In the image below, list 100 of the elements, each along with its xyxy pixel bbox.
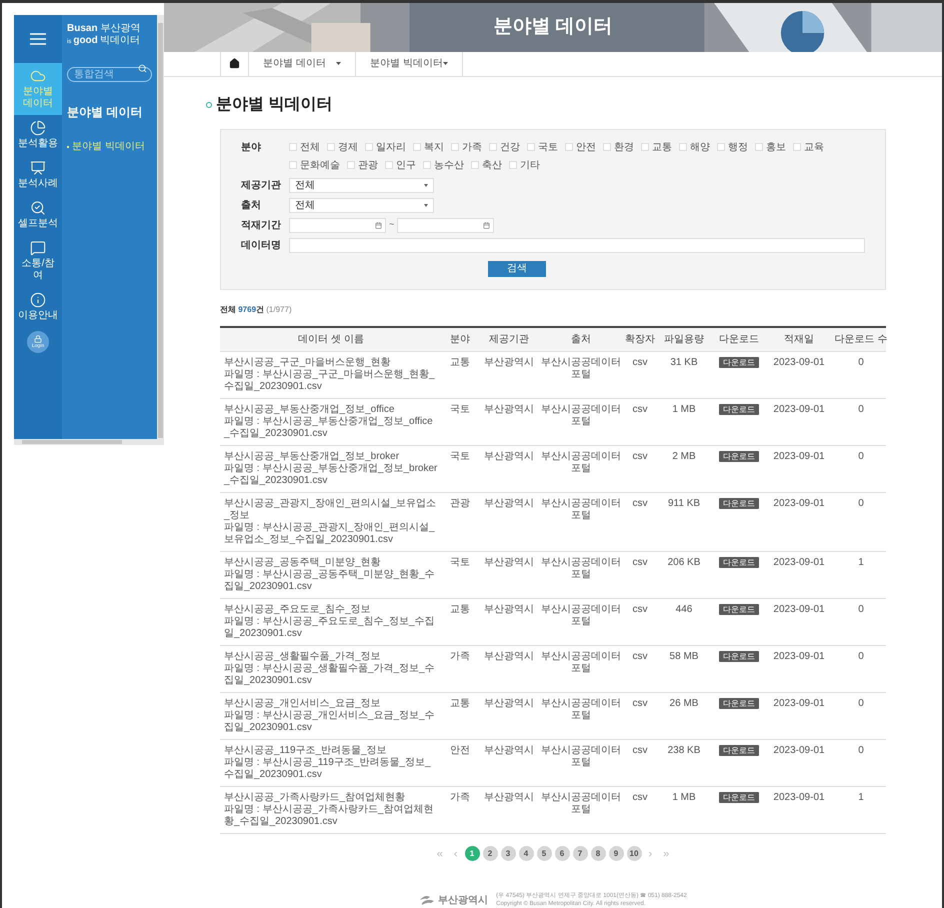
search-button[interactable]: 검색 bbox=[488, 260, 546, 276]
caret-icon bbox=[336, 62, 341, 66]
menu-icon[interactable] bbox=[30, 33, 46, 45]
checkbox[interactable] bbox=[289, 143, 297, 151]
chat-icon bbox=[30, 240, 46, 256]
dataset-title[interactable]: 부산시공공_주요도로_침수_정보 bbox=[224, 604, 438, 616]
page-number[interactable]: 6 bbox=[554, 846, 570, 862]
date-field[interactable] bbox=[397, 218, 494, 232]
checkbox[interactable] bbox=[365, 143, 373, 151]
breadcrumb-dropdown[interactable]: 분야별 빅데이터 bbox=[356, 52, 463, 76]
calendar-icon[interactable] bbox=[375, 222, 382, 228]
download-button[interactable]: 다운로드 bbox=[719, 556, 759, 568]
checkbox[interactable] bbox=[755, 143, 763, 151]
vertical-scrollbar[interactable] bbox=[157, 15, 164, 439]
page-number[interactable]: 2 bbox=[482, 846, 498, 862]
home-icon[interactable] bbox=[229, 58, 240, 70]
download-button[interactable]: 다운로드 bbox=[719, 792, 759, 802]
page-number[interactable]: 10 bbox=[626, 846, 642, 862]
calendar-icon[interactable] bbox=[483, 222, 490, 228]
breadcrumb-dropdown[interactable]: 분야별 데이터 bbox=[249, 52, 356, 76]
download-button[interactable]: 다운로드 bbox=[719, 650, 759, 662]
horizontal-scrollbar[interactable] bbox=[14, 439, 164, 445]
dataset-title[interactable]: 부산시공공_공동주택_미분양_현황 bbox=[224, 556, 438, 568]
download-button[interactable]: 다운로드 bbox=[719, 356, 759, 368]
checkbox-label: 축산 bbox=[482, 158, 502, 172]
page-number[interactable]: 8 bbox=[590, 846, 606, 862]
table-cell-text: 2023-09-01 bbox=[772, 604, 826, 616]
pie-chart-icon bbox=[30, 120, 46, 136]
search-field[interactable]: 통합검색 bbox=[67, 67, 152, 82]
checkbox[interactable] bbox=[641, 143, 649, 151]
caret-icon bbox=[424, 184, 428, 186]
checkbox[interactable] bbox=[347, 161, 355, 169]
checkbox[interactable] bbox=[385, 161, 393, 169]
nav-item[interactable]: 셀프분석 bbox=[14, 195, 62, 235]
table-cell-text: 교통 bbox=[449, 604, 471, 616]
checkbox[interactable] bbox=[489, 143, 497, 151]
file-name: 파일명 : 부산시공공_구군_마을버스운행_현황_수집일_20230901.csv bbox=[224, 368, 436, 392]
table-cell-text: 2023-09-01 bbox=[772, 356, 826, 370]
select-dropdown[interactable]: 전체 bbox=[289, 198, 434, 212]
checkbox[interactable] bbox=[451, 143, 459, 151]
table-cell-text: 부산시공공데이터 포털 bbox=[540, 498, 622, 522]
dataset-title[interactable]: 부산시공공_개인서비스_요금_정보 bbox=[224, 698, 438, 710]
checkbox-label: 행정 bbox=[728, 140, 748, 154]
checkbox-label: 복지 bbox=[424, 140, 444, 154]
checkbox[interactable] bbox=[679, 143, 687, 151]
select-dropdown[interactable]: 전체 bbox=[289, 178, 434, 192]
checkbox[interactable] bbox=[413, 143, 421, 151]
download-button[interactable]: 다운로드 bbox=[719, 450, 759, 462]
table-cell-text: 0 bbox=[857, 604, 865, 616]
checkbox[interactable] bbox=[717, 143, 725, 151]
section-title: 분야별 데이터 bbox=[67, 104, 144, 121]
checkbox[interactable] bbox=[423, 161, 431, 169]
page-number[interactable]: 7 bbox=[572, 846, 588, 862]
download-button[interactable]: 다운로드 bbox=[719, 604, 759, 614]
dataset-title[interactable]: 부산시공공_관광지_장애인_편의시설_보유업소_정보 bbox=[224, 498, 438, 522]
dataset-title[interactable]: 부산시공공_부동산중개업_정보_office bbox=[224, 404, 438, 416]
file-name: 파일명 : 부산시공공_개인서비스_요금_정보_수집일_20230901.csv bbox=[224, 710, 436, 734]
field-label: 출처 bbox=[241, 198, 262, 212]
table-cell-text: 206 KB bbox=[666, 556, 702, 570]
checkbox[interactable] bbox=[471, 161, 479, 169]
checkbox[interactable] bbox=[603, 143, 611, 151]
nav-item[interactable]: 소통/참여 bbox=[14, 235, 62, 287]
nav-item[interactable]: 분석활용 bbox=[14, 115, 62, 155]
page-number[interactable]: 9 bbox=[608, 846, 624, 862]
download-button[interactable]: 다운로드 bbox=[719, 498, 759, 508]
checkbox[interactable] bbox=[509, 161, 517, 169]
checkbox-label: 문화예술 bbox=[300, 158, 340, 172]
table-cell-text: 관광 bbox=[449, 498, 471, 510]
dataset-title[interactable]: 부산시공공_구군_마을버스운행_현황 bbox=[224, 356, 438, 368]
date-field[interactable] bbox=[289, 218, 386, 232]
table-cell-text: 238 KB bbox=[666, 744, 702, 758]
table-cell-text: 국토 bbox=[449, 404, 471, 416]
download-button[interactable]: 다운로드 bbox=[719, 744, 759, 756]
info-icon bbox=[30, 292, 46, 308]
checkbox[interactable] bbox=[527, 143, 535, 151]
checkbox[interactable] bbox=[327, 143, 335, 151]
checkbox[interactable] bbox=[289, 161, 297, 169]
column-header: 확장자 bbox=[624, 332, 656, 346]
download-button[interactable]: 다운로드 bbox=[719, 404, 759, 414]
dataset-title[interactable]: 부산시공공_119구조_반려동물_정보 bbox=[224, 744, 438, 756]
page-number[interactable]: 3 bbox=[500, 846, 516, 862]
search-icon[interactable] bbox=[138, 64, 147, 73]
nav-item[interactable]: 분석사례 bbox=[14, 155, 62, 195]
lock-icon bbox=[34, 335, 42, 343]
dataset-title[interactable]: 부산시공공_생활필수품_가격_정보 bbox=[224, 650, 438, 662]
banner-title: 분야별 데이터 bbox=[493, 15, 613, 40]
dataset-title[interactable]: 부산시공공_가족사랑카드_참여업체현황 bbox=[224, 792, 438, 804]
page-number[interactable]: 4 bbox=[518, 846, 534, 862]
checkbox[interactable] bbox=[565, 143, 573, 151]
nav-item[interactable]: 이용안내 bbox=[14, 287, 62, 327]
download-button[interactable]: 다운로드 bbox=[719, 698, 759, 708]
input-field[interactable] bbox=[289, 238, 865, 252]
field-label: 적재기간 bbox=[241, 218, 282, 232]
column-header: 분야 bbox=[449, 332, 471, 346]
page-number[interactable]: 5 bbox=[536, 846, 552, 862]
table-cell-text: 부산시공공데이터 포털 bbox=[540, 650, 622, 676]
checkbox[interactable] bbox=[793, 143, 801, 151]
dataset-title[interactable]: 부산시공공_부동산중개업_정보_broker bbox=[224, 450, 438, 462]
table-cell-text: 446 bbox=[674, 604, 694, 616]
table-cell-text: 부산시공공데이터 포털 bbox=[540, 744, 622, 770]
